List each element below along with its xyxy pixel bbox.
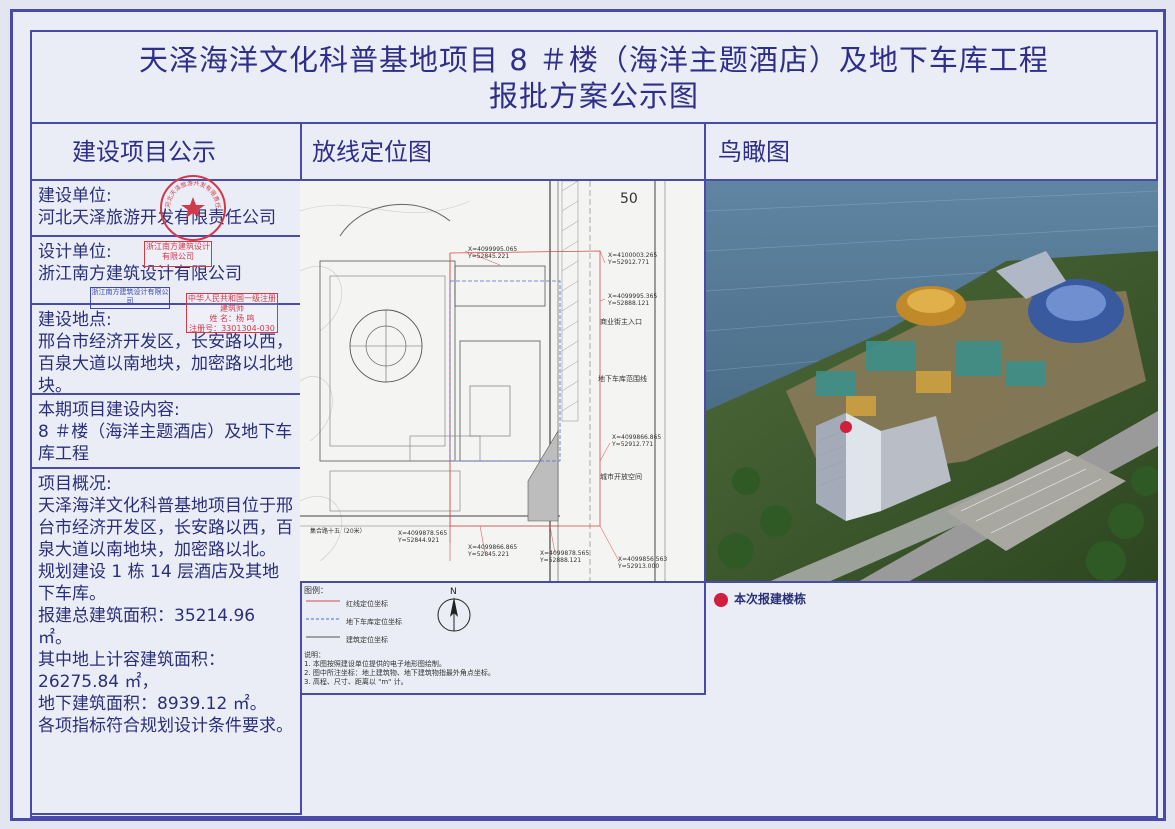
overview-box: 项目概况: 天泽海洋文化科普基地项目位于邢台市经济开发区，长安路以西，百泉大道以…	[32, 469, 300, 809]
legend-notes: 说明： 1. 本图按照建设单位提供的电子地形图绘制。 2. 图中所注坐标：地上建…	[304, 651, 495, 687]
coord-x6: X=4099866.865	[468, 544, 517, 551]
left-column-bottom	[32, 813, 302, 815]
overview-above-ground-area: 其中地上计容建筑面积：26275.84 ㎡，	[38, 650, 225, 692]
site-plan-svg: 50 X=4099995.065 Y=52845.221 X=4100003.2…	[300, 181, 704, 581]
coord-y8: Y=52913.000	[617, 563, 659, 570]
legend-red-line: 红线定位坐标	[346, 600, 388, 608]
aerial-legend: 本次报建楼栋	[714, 590, 806, 607]
header-project-notice: 建设项目公示	[72, 138, 216, 166]
title-block: 天泽海洋文化科普基地项目 8 ＃楼（海洋主题酒店）及地下车库工程 报批方案公示图	[32, 32, 1156, 124]
overview-location: 天泽海洋文化科普基地项目位于邢台市经济开发区，长安路以西，百泉大道以南地块，加密…	[38, 496, 293, 560]
inner-frame: 天泽海洋文化科普基地项目 8 ＃楼（海洋主题酒店）及地下车库工程 报批方案公示图…	[30, 30, 1158, 818]
entrance-label: 商业街主入口	[600, 317, 642, 326]
reg-seal-number: 注册号：3301304-030	[189, 324, 275, 333]
coord-y2: Y=52912.771	[607, 259, 649, 266]
aerial-view-image	[706, 181, 1158, 583]
grid-label-50: 50	[620, 191, 638, 207]
coord-y7: Y=52888.121	[539, 557, 581, 564]
overview-compliance: 各项指标符合规划设计条件要求。	[38, 716, 293, 736]
legend-symbols	[306, 600, 340, 638]
main-title: 天泽海洋文化科普基地项目 8 ＃楼（海洋主题酒店）及地下车库工程	[139, 43, 1049, 77]
content-box: 本期项目建设内容: 8 ＃楼（海洋主题酒店）及地下车库工程	[32, 395, 300, 469]
reg-seal-name: 姓 名：杨 鸣	[209, 314, 255, 323]
overview-label: 项目概况:	[38, 474, 112, 494]
overview-plan: 规划建设 1 栋 14 层酒店及其地下车库。	[38, 562, 280, 604]
page-frame: 天泽海洋文化科普基地项目 8 ＃楼（海洋主题酒店）及地下车库工程 报批方案公示图…	[10, 9, 1166, 821]
coord-x3: X=4099995.365	[608, 293, 657, 300]
company-seal-star-icon: 河北天泽旅游开发有限责任公司	[159, 172, 222, 218]
content-label: 本期项目建设内容:	[38, 400, 180, 420]
legend-bottom-border	[300, 693, 706, 695]
aerial-legend-text: 本次报建楼栋	[734, 592, 807, 606]
coord-x1: X=4099995.065	[468, 246, 517, 253]
coord-x2: X=4100003.265	[608, 252, 657, 259]
coord-x5: X=4099878.565	[398, 530, 447, 537]
aerial-render-svg	[706, 181, 1158, 581]
note-1: 1. 本图按照建设单位提供的电子地形图绘制。	[304, 660, 446, 668]
location-value: 邢台市经济开发区，长安路以西，百泉大道以南地块，加密路以北地块。	[38, 332, 293, 396]
note-3: 3. 高程、尺寸、距离以 "m" 计。	[304, 678, 408, 686]
garage-range-label: 地下车库范围线	[598, 374, 647, 383]
content-value: 8 ＃楼（海洋主题酒店）及地下车库工程	[38, 422, 293, 464]
header-aerial-view: 鸟瞰图	[718, 138, 790, 166]
coord-y5: Y=52844.921	[397, 537, 439, 544]
plan-legend: 图例： 红线定位坐标 地下车库定位坐标 建筑定位坐标 N 说明： 1. 本图按照…	[300, 583, 704, 693]
coord-y3: Y=52888.121	[607, 300, 649, 307]
open-space-label: 城市开放空间	[600, 472, 642, 481]
overview-total-area: 报建总建筑面积：35214.96 ㎡。	[38, 606, 256, 648]
legend-building: 建筑定位坐标	[346, 636, 388, 644]
notes-title: 说明：	[304, 651, 325, 659]
north-label: N	[450, 587, 457, 597]
layout-plan-drawing: 50 X=4099995.065 Y=52845.221 X=4100003.2…	[300, 181, 704, 583]
road-label: 集合路十五（20米）	[310, 527, 366, 535]
header-row: 建设项目公示 放线定位图 鸟瞰图	[32, 124, 1156, 181]
coord-y4: Y=52912.771	[611, 441, 653, 448]
north-arrow-icon: N	[437, 587, 471, 632]
coord-x8: X=4099856.563	[618, 556, 667, 563]
coord-y6: Y=52845.221	[467, 551, 509, 558]
left-column-right-edge	[300, 695, 302, 815]
overview-underground-area: 地下建筑面积：8939.12 ㎡。	[38, 694, 267, 714]
registered-architect-seal: 中华人民共和国一级注册建筑师 姓 名：杨 鸣 注册号：3301304-030	[186, 293, 278, 333]
design-seal-1: 浙江南方建筑设计有限公司	[144, 241, 212, 267]
design-seal-2: 浙江南方建筑设计有限公司	[90, 287, 170, 309]
coord-x4: X=4099866.865	[612, 434, 661, 441]
reg-seal-title: 中华人民共和国一级注册建筑师	[188, 294, 276, 313]
legend-garage: 地下车库定位坐标	[346, 618, 402, 626]
highlight-dot-icon	[714, 592, 728, 607]
design-seal-2-text: 浙江南方建筑设计有限公司	[91, 288, 169, 305]
sub-title: 报批方案公示图	[488, 79, 699, 113]
design-seal-1-text: 浙江南方建筑设计有限公司	[146, 242, 210, 261]
project-info-column: 建设单位: 河北天泽旅游开发有限责任公司 设计单位: 浙江南方建筑设计有限公司 …	[32, 172, 300, 820]
coord-x7: X=4099878.565	[540, 550, 589, 557]
header-layout-plan: 放线定位图	[312, 138, 432, 166]
note-2: 2. 图中所注坐标：地上建筑物、地下建筑物指最外角点坐标。	[304, 669, 495, 677]
coord-y1: Y=52845.221	[467, 253, 509, 260]
company-seal: 河北天泽旅游开发有限责任公司	[159, 172, 226, 241]
